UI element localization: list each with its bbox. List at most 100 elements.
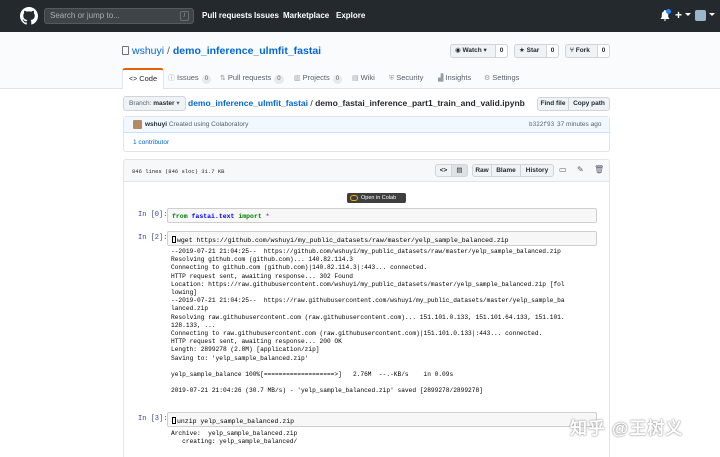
colab-label: Open in Colab (361, 195, 397, 201)
trash-icon[interactable]: 🗑 (594, 165, 604, 174)
tab-settings[interactable]: ⚙ Settings (484, 68, 519, 89)
repo-title: wshuyi / demo_inference_ulmfit_fastai (122, 45, 321, 57)
contributors-link[interactable]: 1 contributor (133, 139, 169, 146)
search-placeholder: Search or jump to... (50, 11, 120, 20)
fork-label: Fork (575, 47, 590, 54)
fork-button[interactable]: ⑂ Fork 0 (565, 44, 610, 58)
commit-author[interactable]: wshuyi (145, 121, 167, 128)
fork-count[interactable]: 0 (597, 44, 610, 58)
commit-sha[interactable]: b322f93 (529, 121, 554, 128)
copy-path-button[interactable]: Copy path (568, 97, 610, 111)
repo-name-link[interactable]: demo_inference_ulmfit_fastai (173, 45, 321, 57)
global-header: Search or jump to... / Pull requests Iss… (0, 0, 720, 32)
repo-owner-link[interactable]: wshuyi (132, 45, 164, 57)
nav-marketplace[interactable]: Marketplace (283, 11, 329, 20)
cell-output: --2019-07-21 21:04:25-- https://github.c… (171, 248, 565, 395)
breadcrumb-separator: / (310, 98, 313, 108)
history-button[interactable]: History (520, 164, 554, 177)
cell-output: Archive: yelp_sample_balanced.zip creati… (171, 430, 298, 446)
tab-counter: 0 (274, 75, 284, 84)
tab-security[interactable]: ⛨ Security (389, 68, 423, 89)
commit-tease: wshuyi Created using Colaboratory b322f9… (124, 117, 609, 133)
open-in-colab-badge[interactable]: Open in Colab (347, 193, 406, 203)
tab-code[interactable]: <> Code (122, 68, 165, 89)
code-token: * (265, 213, 270, 220)
issue-icon: ⓘ (168, 75, 175, 82)
code-line: unzip yelp_sample_balanced.zip (177, 418, 295, 425)
nav-pull-requests[interactable]: Pull requests (202, 11, 252, 20)
nav-issues[interactable]: Issues (254, 11, 279, 20)
avatar[interactable] (695, 10, 706, 21)
code-icon: <> (129, 76, 138, 83)
branch-name: master (153, 100, 175, 107)
branch-select[interactable]: Branch: master ▾ (123, 96, 186, 111)
search-shortcut-key: / (180, 11, 189, 21)
desktop-icon[interactable]: ▭ (559, 165, 567, 174)
gear-icon: ⚙ (484, 75, 491, 82)
avatar[interactable] (133, 120, 142, 129)
watermark: 知乎 @王树义 (570, 419, 684, 438)
nav-explore[interactable]: Explore (336, 11, 365, 20)
plus-icon[interactable]: + (675, 8, 682, 22)
code-token: fastai.text (191, 213, 235, 220)
breadcrumb-file: demo_fastai_inference_part1_train_and_va… (315, 98, 525, 108)
project-icon: ▥ (294, 75, 301, 82)
code-cell: from fastai.text import * (167, 208, 597, 223)
blame-button[interactable]: Blame (491, 164, 521, 177)
tab-label: Settings (492, 73, 520, 82)
tab-insights[interactable]: ▟ Insights (438, 68, 471, 89)
tab-label: Projects (302, 73, 330, 82)
cell-prompt: In [3]: (138, 415, 168, 423)
tab-counter: 0 (332, 75, 343, 84)
pr-icon: ⇅ (220, 75, 226, 82)
tab-label: Security (396, 73, 424, 82)
star-count[interactable]: 0 (546, 44, 559, 58)
pencil-icon[interactable]: ✎ (577, 165, 584, 174)
display-rich-button[interactable]: ▤ (451, 164, 468, 177)
tab-label: Issues (177, 73, 199, 82)
file-info: 846 lines (846 sloc) 31.7 KB (132, 168, 225, 175)
tab-label: Insights (445, 73, 472, 82)
tab-label: Wiki (360, 73, 375, 82)
repo-icon (122, 46, 129, 55)
branch-prefix: Branch: (129, 100, 152, 107)
code-line: wget https://github.com/wshuyi/my_public… (177, 237, 509, 244)
breadcrumb-root-link[interactable]: demo_inference_ulmfit_fastai (188, 98, 308, 108)
tab-counter: 0 (201, 75, 212, 84)
star-button[interactable]: ★ Star 0 (514, 44, 559, 58)
file-header: 846 lines (846 sloc) 31.7 KB <> ▤ Raw Bl… (124, 160, 609, 182)
code-icon: <> (439, 167, 448, 174)
search-input[interactable]: Search or jump to... / (44, 8, 194, 24)
code-cell: wget https://github.com/wshuyi/my_public… (167, 231, 597, 246)
colab-logo-icon (350, 195, 358, 201)
watch-label: Watch (462, 47, 482, 54)
display-source-button[interactable]: <> (435, 164, 452, 177)
find-file-button[interactable]: Find file (537, 97, 569, 111)
watch-count[interactable]: 0 (495, 44, 508, 58)
commit-message-text[interactable]: Created using Colaboratory (169, 121, 249, 128)
file-box: 846 lines (846 sloc) 31.7 KB <> ▤ Raw Bl… (123, 159, 610, 457)
star-label: Star (526, 47, 540, 54)
watch-button[interactable]: ◉ Watch ▾ 0 (450, 44, 508, 58)
repo-header: wshuyi / demo_inference_ulmfit_fastai ◉ … (0, 32, 720, 89)
chevron-down-icon (685, 13, 691, 16)
commit-message: wshuyi Created using Colaboratory (145, 121, 248, 128)
book-icon: ▤ (352, 75, 359, 82)
breadcrumb: demo_inference_ulmfit_fastai / demo_fast… (188, 98, 525, 108)
code-token: from (172, 213, 188, 220)
code-token: import (238, 213, 262, 220)
commit-time: 37 minutes ago (557, 121, 602, 128)
tab-pull-requests[interactable]: ⇅ Pull requests 0 (220, 68, 284, 89)
file-icon: ▤ (456, 167, 463, 174)
github-logo-icon[interactable] (20, 7, 38, 25)
chevron-down-icon (709, 13, 715, 16)
text-cursor (172, 236, 176, 243)
raw-button[interactable]: Raw (472, 164, 492, 177)
tab-wiki[interactable]: ▤ Wiki (352, 68, 375, 89)
text-cursor (172, 417, 176, 424)
cell-prompt: In [2]: (138, 234, 168, 242)
tab-issues[interactable]: ⓘ Issues 0 (168, 68, 212, 89)
repo-separator: / (167, 45, 170, 57)
tab-label: Pull requests (227, 73, 272, 82)
tab-projects[interactable]: ▥ Projects 0 (294, 68, 343, 89)
